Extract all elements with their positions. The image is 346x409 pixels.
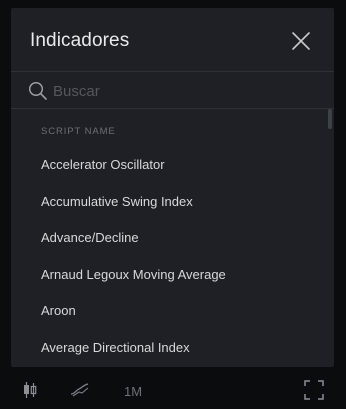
list-item[interactable]: Arnaud Legoux Moving Average — [11, 257, 325, 294]
close-icon — [292, 32, 310, 50]
dialog-header: Indicadores — [11, 8, 334, 71]
list-item[interactable]: Advance/Decline — [11, 220, 325, 257]
list-item[interactable]: Aroon — [11, 293, 325, 330]
list-scrollbar[interactable] — [328, 109, 332, 129]
column-header-script-name: SCRIPT NAME — [41, 126, 116, 137]
interval-button[interactable]: 1M — [124, 384, 142, 399]
fullscreen-icon — [304, 380, 324, 400]
list-item[interactable]: Average Directional Index — [11, 330, 325, 366]
list-item[interactable]: Accumulative Swing Index — [11, 184, 325, 221]
search-bar — [11, 71, 334, 109]
indicators-icon — [70, 383, 89, 397]
indicators-button[interactable] — [70, 381, 90, 402]
candlestick-icon — [24, 382, 37, 398]
dialog-title: Indicadores — [30, 30, 130, 51]
bottom-toolbar: 1M — [0, 367, 346, 409]
chart-page: Indicadores SCRIPT NAME Accelerator Osci… — [0, 0, 346, 409]
indicator-items: Accelerator Oscillator Accumulative Swin… — [11, 147, 325, 366]
search-icon — [28, 81, 48, 101]
search-input[interactable] — [53, 78, 323, 104]
indicator-list: SCRIPT NAME Accelerator Oscillator Accum… — [11, 109, 334, 366]
fullscreen-button[interactable] — [304, 380, 324, 405]
chart-type-button[interactable] — [22, 381, 38, 404]
indicators-dialog: Indicadores SCRIPT NAME Accelerator Osci… — [11, 8, 334, 367]
list-item[interactable]: Accelerator Oscillator — [11, 147, 325, 184]
close-button[interactable] — [287, 27, 315, 55]
